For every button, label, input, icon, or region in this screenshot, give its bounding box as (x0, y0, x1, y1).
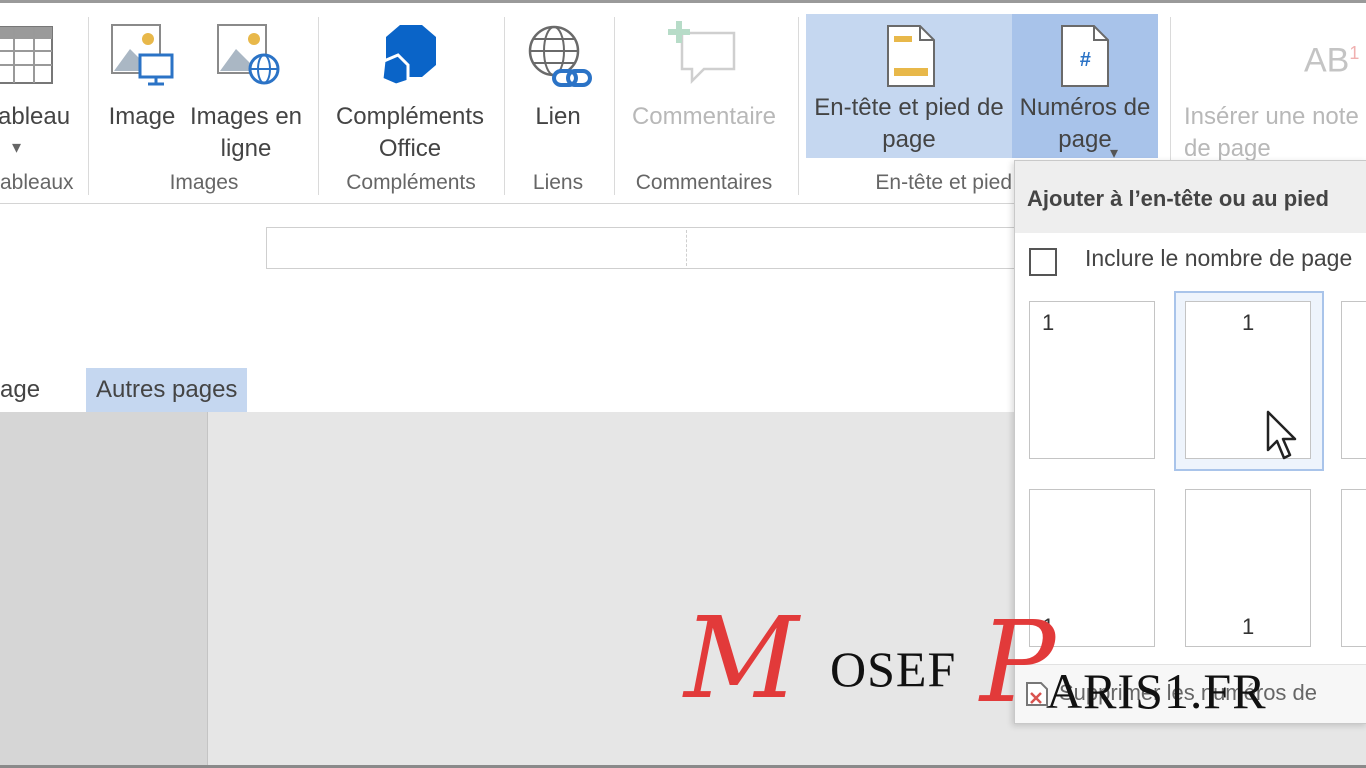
watermark-aris: ARIS1.FR (1046, 663, 1267, 719)
tab-autres-pages[interactable]: Autres pages (86, 368, 248, 412)
navigation-pane (0, 412, 208, 768)
group-separator (88, 17, 89, 195)
watermark: M OSEF P ARIS1.FR (680, 594, 1310, 732)
images-en-ligne-button[interactable]: Images en ligne (186, 13, 306, 173)
dropdown-header: Ajouter à l’en-tête ou au pied (1015, 161, 1366, 233)
commentaire-button[interactable]: Commentaire (622, 13, 786, 143)
group-separator (504, 17, 505, 195)
footnote-icon: AB1 (1304, 37, 1360, 80)
chevron-down-icon: ▾ (12, 137, 22, 157)
numeros-page-button[interactable]: # Numéros de page ▾ (1012, 14, 1158, 162)
group-tableaux-label: ableaux (0, 171, 74, 194)
header-ruler (266, 227, 1028, 269)
page-number-option-bottom-right[interactable] (1341, 489, 1366, 647)
lien-label: Lien (535, 103, 581, 130)
complements-office-button[interactable]: Compléments Office (330, 13, 490, 173)
ruler-center-mark (686, 230, 687, 266)
group-commentaires-label: Commentaires (635, 171, 773, 194)
images-en-ligne-label: Images en ligne (189, 103, 303, 162)
office-addins-icon (380, 25, 436, 87)
inserer-note-label: Insérer une note de page (1184, 103, 1359, 162)
commentaire-label: Commentaire (631, 103, 777, 130)
group-complements-label: Compléments (346, 171, 476, 194)
lien-button[interactable]: Lien (516, 13, 600, 143)
watermark-letter-m: M (684, 594, 799, 724)
table-icon (0, 26, 53, 84)
inserer-note-button[interactable]: AB1 Insérer une note de page (1180, 13, 1366, 163)
complements-office-label: Compléments Office (335, 103, 485, 162)
comment-icon (668, 21, 736, 85)
tableau-label: ableau (0, 103, 71, 130)
include-page-count-label: Inclure le nombre de page (1085, 245, 1353, 271)
group-separator (614, 17, 615, 195)
header-footer-icon (887, 25, 935, 87)
picture-icon (111, 24, 174, 86)
group-separator (798, 17, 799, 195)
entete-pied-label: En-tête et pied de page (814, 94, 1004, 153)
watermark-letter-p: P (980, 598, 1056, 728)
image-label: Image (108, 103, 176, 130)
tableau-button[interactable]: ableau ▾ (0, 13, 74, 173)
group-images-label: Images (169, 171, 239, 194)
image-button[interactable]: Image (102, 13, 182, 143)
group-entete-label: En-tête et pied (875, 171, 1012, 194)
numeros-page-label: Numéros de page (1019, 94, 1151, 153)
mouse-pointer-icon (1266, 410, 1297, 460)
footnote-icon-sup: 1 (1349, 43, 1360, 63)
page-number-icon: # (1061, 25, 1109, 87)
page-number-option-top-left[interactable]: 1 (1029, 301, 1155, 459)
group-separator (318, 17, 319, 195)
link-icon (528, 25, 592, 87)
svg-text:#: # (1079, 49, 1091, 71)
include-page-count-checkbox[interactable] (1029, 248, 1057, 276)
page-number-preview: 1 (1042, 310, 1055, 335)
watermark-osef: OSEF (830, 641, 957, 697)
page-number-preview: 1 (1242, 310, 1255, 335)
footnote-icon-text: AB (1304, 41, 1350, 80)
online-picture-icon (217, 24, 280, 85)
tab-page[interactable]: age (0, 368, 40, 412)
group-liens-label: Liens (532, 171, 584, 194)
entete-pied-button[interactable]: En-tête et pied de page (806, 14, 1012, 158)
page-number-option-top-right[interactable] (1341, 301, 1366, 459)
